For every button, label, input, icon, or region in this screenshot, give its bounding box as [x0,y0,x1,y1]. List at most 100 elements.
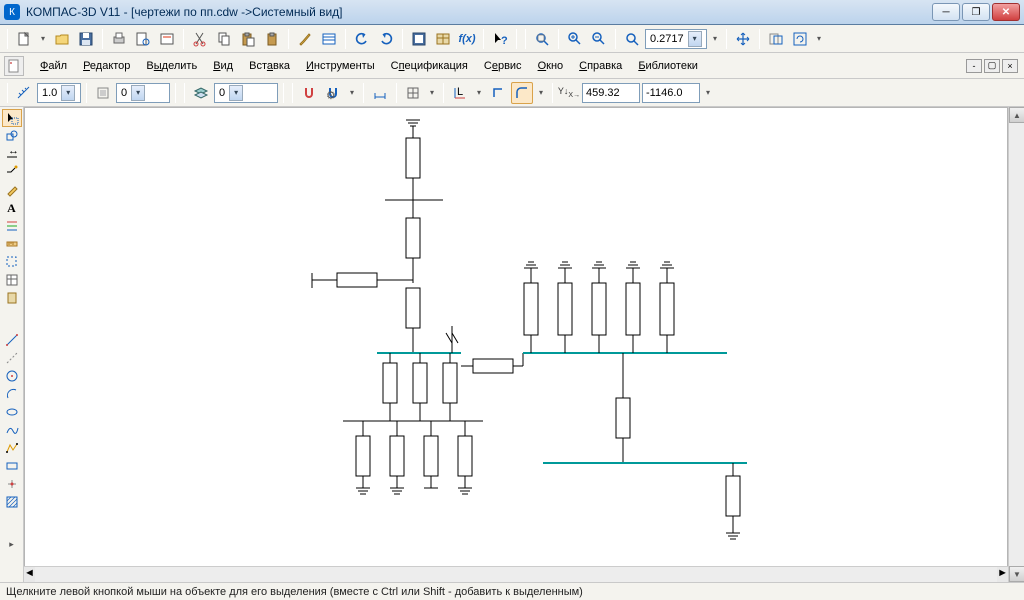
tool-text[interactable]: A [2,199,22,217]
layer-combo[interactable]: 0▾ [214,83,278,103]
scale-combo[interactable]: 1.0▾ [37,83,81,103]
menu-file[interactable]: Файл [32,56,75,76]
state-combo[interactable]: 0▾ [116,83,170,103]
tool-polyline[interactable] [2,439,22,457]
print-preview-button[interactable] [132,28,154,50]
horizontal-scrollbar[interactable]: ◄ ► [24,566,1008,582]
left-tool-palette: ↔ A ▸ [0,107,24,582]
paste-button[interactable] [237,28,259,50]
layer-icon[interactable] [190,82,212,104]
menu-window[interactable]: Окно [530,56,572,76]
redo-button[interactable] [375,28,397,50]
scroll-up-button[interactable]: ▲ [1009,107,1024,123]
cut-button[interactable] [189,28,211,50]
coord-y-field[interactable]: -1146.0 [642,83,700,103]
mdi-doc-icon[interactable] [4,56,24,76]
copy-button[interactable] [213,28,235,50]
round-drop[interactable]: ▾ [535,82,547,104]
menu-lib[interactable]: Библиотеки [630,56,706,76]
menu-service[interactable]: Сервис [476,56,530,76]
tool-select-set[interactable] [2,253,22,271]
menu-service-label: рвис [498,60,522,72]
dimension-button[interactable] [369,82,391,104]
save-button[interactable] [75,28,97,50]
scroll-down-button[interactable]: ▼ [1009,566,1024,582]
brush-button[interactable] [294,28,316,50]
tool-ellipse[interactable] [2,403,22,421]
snap-drop[interactable]: ▾ [346,82,358,104]
refresh-drop-button[interactable]: ▾ [813,28,825,50]
round-button[interactable] [511,82,533,104]
help-cursor-button[interactable]: ? [489,28,511,50]
zoom-combo[interactable]: 0.2717▾ [645,29,707,49]
lcs-button[interactable]: L [449,82,471,104]
minimize-button[interactable]: ─ [932,3,960,21]
zoom-fit-button[interactable] [531,28,553,50]
menu-help[interactable]: Справка [571,56,630,76]
mdi-minimize-button[interactable]: - [966,59,982,73]
properties-button[interactable] [318,28,340,50]
scroll-right-button[interactable]: ► [997,567,1008,582]
zoom-in-button[interactable] [564,28,586,50]
mdi-restore-button[interactable]: ▢ [984,59,1000,73]
lcs-drop[interactable]: ▾ [473,82,485,104]
coord-drop[interactable]: ▾ [702,82,714,104]
close-button[interactable]: ✕ [992,3,1020,21]
snap-toggle-button[interactable] [298,82,320,104]
tool-point[interactable] [2,475,22,493]
new-button[interactable] [13,28,35,50]
snap-settings-button[interactable]: ⚙ [322,82,344,104]
menu-spec[interactable]: Спецификация [383,56,476,76]
tool-dimensions[interactable]: ↔ [2,145,22,163]
menu-view[interactable]: Вид [205,56,241,76]
preview-button[interactable] [156,28,178,50]
tool-spline[interactable] [2,421,22,439]
tool-arc[interactable] [2,385,22,403]
refresh-button[interactable] [789,28,811,50]
zoom-drop-button[interactable]: ▾ [709,28,721,50]
tool-hatch[interactable] [2,493,22,511]
tool-measure[interactable] [2,235,22,253]
vertical-scrollbar[interactable]: ▲ ▼ [1008,107,1024,582]
clipboard-button[interactable] [261,28,283,50]
manager-button[interactable] [408,28,430,50]
state-icon[interactable] [92,82,114,104]
zoom-out-button[interactable] [588,28,610,50]
tool-edit[interactable] [2,181,22,199]
svg-text:⚙: ⚙ [326,90,336,101]
open-button[interactable] [51,28,73,50]
tool-aux-line[interactable] [2,349,22,367]
ortho-button[interactable] [487,82,509,104]
print-button[interactable] [108,28,130,50]
menu-select[interactable]: Выделить [138,56,205,76]
tool-line[interactable] [2,331,22,349]
tool-rect[interactable] [2,457,22,475]
variables-button[interactable] [432,28,454,50]
tool-circle[interactable] [2,367,22,385]
tool-geometry[interactable] [2,127,22,145]
coord-x-field[interactable]: 459.32 [582,83,640,103]
fx-button[interactable]: f(x) [456,28,478,50]
new-dropdown[interactable]: ▾ [37,28,49,50]
menu-file-label: айл [48,60,67,72]
menu-tools[interactable]: Инструменты [298,56,383,76]
menu-editor[interactable]: Редактор [75,56,138,76]
grid-drop[interactable]: ▾ [426,82,438,104]
mdi-close-button[interactable]: × [1002,59,1018,73]
pan-button[interactable] [732,28,754,50]
zoom-prev-button[interactable] [765,28,787,50]
tool-designations[interactable] [2,163,22,181]
tool-spec[interactable] [2,271,22,289]
zoom-scale-button[interactable] [621,28,643,50]
menu-insert[interactable]: Вставка [241,56,298,76]
tool-cursor-select[interactable] [2,109,22,127]
tool-report[interactable] [2,289,22,307]
undo-button[interactable] [351,28,373,50]
grid-button[interactable] [402,82,424,104]
scale-icon[interactable] [13,82,35,104]
palette-expand[interactable]: ▸ [2,535,22,553]
scroll-left-button[interactable]: ◄ [24,567,35,582]
tool-params[interactable] [2,217,22,235]
drawing-canvas[interactable] [24,107,1008,582]
maximize-button[interactable]: ❐ [962,3,990,21]
